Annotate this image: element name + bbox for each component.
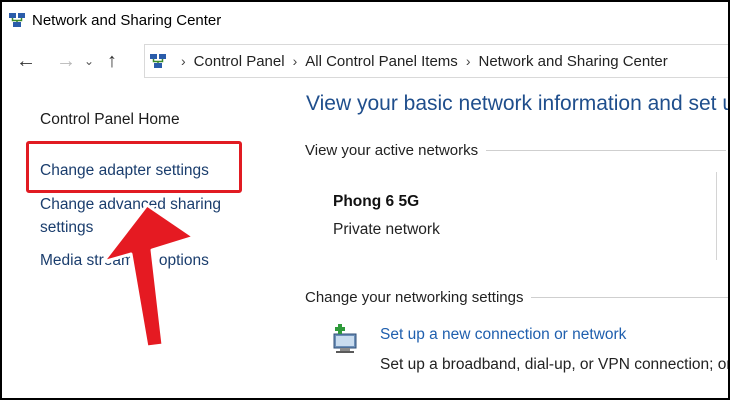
chevron-right-icon[interactable]: ›: [181, 53, 186, 69]
up-button[interactable]: ↑: [98, 46, 126, 76]
chevron-right-icon[interactable]: ›: [293, 53, 298, 69]
divider: [486, 150, 727, 151]
media-streaming-options-link[interactable]: Media streaming options: [40, 249, 209, 272]
network-center-icon: [9, 13, 25, 27]
forward-arrow-icon: →: [56, 49, 76, 72]
network-center-icon: [150, 54, 166, 68]
title-bar: Network and Sharing Center: [2, 2, 728, 38]
active-networks-header: View your active networks: [305, 142, 727, 159]
main-content: View your basic network information and …: [300, 82, 728, 398]
breadcrumb-network-center[interactable]: Network and Sharing Center: [478, 53, 667, 70]
setup-connection-description: Set up a broadband, dial-up, or VPN conn…: [380, 356, 728, 373]
chevron-right-icon[interactable]: ›: [466, 53, 471, 69]
change-adapter-settings-link[interactable]: Change adapter settings: [40, 159, 209, 182]
forward-button[interactable]: →: [52, 46, 80, 76]
new-connection-icon: [333, 324, 357, 353]
window-title: Network and Sharing Center: [32, 11, 222, 29]
back-button[interactable]: ←: [12, 46, 40, 76]
address-bar[interactable]: › Control Panel › All Control Panel Item…: [144, 44, 728, 78]
breadcrumb-all-items[interactable]: All Control Panel Items: [305, 53, 458, 70]
change-advanced-sharing-link[interactable]: Change advanced sharing settings: [40, 193, 260, 239]
network-type: Private network: [333, 221, 440, 238]
breadcrumb-control-panel[interactable]: Control Panel: [194, 53, 285, 70]
page-title: View your basic network information and …: [306, 92, 728, 115]
control-panel-home-link[interactable]: Control Panel Home: [40, 108, 180, 131]
setup-new-connection-link[interactable]: Set up a new connection or network: [380, 326, 626, 344]
network-sharing-center-window: Network and Sharing Center ← → ⌄ ↑ › Con…: [2, 2, 728, 398]
chevron-down-icon: ⌄: [83, 54, 95, 68]
up-arrow-icon: ↑: [107, 49, 117, 72]
recent-locations-button[interactable]: ⌄: [80, 46, 98, 76]
divider: [531, 297, 728, 298]
divider: [716, 172, 717, 260]
back-arrow-icon: ←: [16, 49, 36, 72]
navigation-bar: ← → ⌄ ↑ › Control Panel › All Control Pa…: [2, 42, 728, 80]
task-pane: Control Panel Home Change adapter settin…: [2, 82, 292, 398]
network-name: Phong 6 5G: [333, 193, 420, 210]
change-settings-header: Change your networking settings: [305, 289, 728, 306]
